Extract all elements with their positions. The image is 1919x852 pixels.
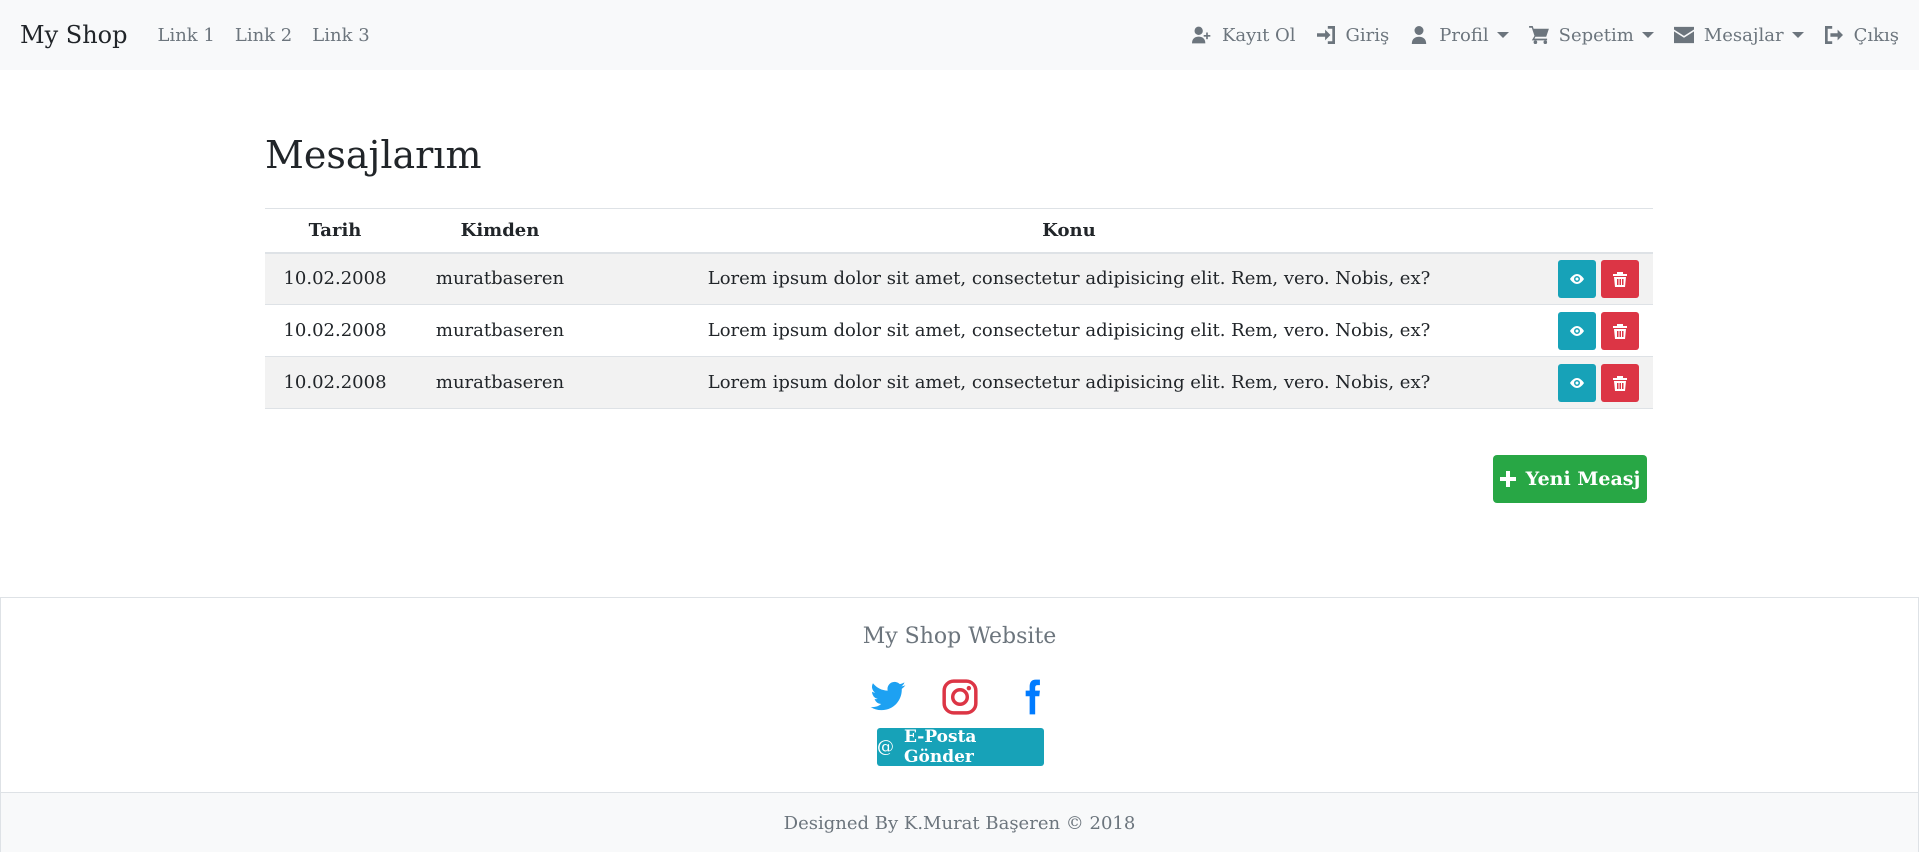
nav-register-label: Kayıt Ol bbox=[1221, 24, 1296, 46]
footer: My Shop Website @ E-Posta Gönder Designe… bbox=[0, 597, 1919, 852]
chevron-down-icon bbox=[1641, 32, 1654, 38]
navbar-left: My Shop Link 1 Link 2 Link 3 bbox=[20, 21, 390, 49]
envelope-icon bbox=[1673, 26, 1694, 44]
view-button[interactable] bbox=[1557, 259, 1596, 298]
header-from: Kimden bbox=[405, 208, 595, 254]
nav-register[interactable]: Kayıt Ol bbox=[1191, 24, 1296, 46]
at-icon: @ bbox=[877, 737, 894, 757]
chevron-down-icon bbox=[1496, 32, 1509, 38]
row-actions bbox=[1543, 252, 1653, 305]
row-actions bbox=[1543, 356, 1653, 409]
nav-profile[interactable]: Profil bbox=[1409, 24, 1509, 46]
sign-in-icon bbox=[1316, 26, 1335, 44]
trash-icon bbox=[1612, 323, 1627, 339]
table-row: 10.02.2008 muratbaseren Lorem ipsum dolo… bbox=[265, 252, 1653, 305]
page-title: Mesajlarım bbox=[265, 133, 482, 177]
trash-icon bbox=[1612, 271, 1627, 287]
trash-icon bbox=[1612, 375, 1627, 391]
row-subject: Lorem ipsum dolor sit amet, consectetur … bbox=[595, 304, 1543, 357]
messages-table: Tarih Kimden Konu 10.02.2008 muratbasere… bbox=[265, 208, 1653, 409]
main-content: Mesajlarım Tarih Kimden Konu 10.02.2008 … bbox=[265, 70, 1653, 409]
sign-out-icon bbox=[1824, 26, 1843, 44]
nav-login[interactable]: Giriş bbox=[1316, 24, 1390, 46]
nav-login-label: Giriş bbox=[1345, 24, 1390, 46]
header-date: Tarih bbox=[265, 208, 405, 254]
social-links bbox=[1, 678, 1918, 716]
table-row: 10.02.2008 muratbaseren Lorem ipsum dolo… bbox=[265, 304, 1653, 357]
navbar: My Shop Link 1 Link 2 Link 3 Kayıt Ol Gi… bbox=[0, 0, 1919, 70]
brand-logo[interactable]: My Shop bbox=[20, 21, 127, 49]
eye-icon bbox=[1569, 273, 1584, 284]
nav-logout-label: Çıkış bbox=[1853, 24, 1899, 46]
nav-cart[interactable]: Sepetim bbox=[1528, 24, 1654, 46]
footer-copyright-bar: Designed By K.Murat Başeren © 2018 bbox=[1, 792, 1918, 852]
email-send-label: E-Posta Gönder bbox=[904, 727, 977, 767]
nav-link-3[interactable]: Link 3 bbox=[312, 25, 369, 46]
chevron-down-icon bbox=[1791, 32, 1804, 38]
row-date: 10.02.2008 bbox=[265, 252, 405, 305]
nav-link-2[interactable]: Link 2 bbox=[235, 25, 292, 46]
delete-button[interactable] bbox=[1600, 363, 1639, 402]
new-message-button[interactable]: Yeni Measj bbox=[1493, 455, 1647, 503]
row-from: muratbaseren bbox=[405, 356, 595, 409]
table-header-row: Tarih Kimden Konu bbox=[265, 208, 1653, 254]
delete-button[interactable] bbox=[1600, 311, 1639, 350]
row-subject: Lorem ipsum dolor sit amet, consectetur … bbox=[595, 252, 1543, 305]
header-actions bbox=[1543, 208, 1653, 254]
row-from: muratbaseren bbox=[405, 252, 595, 305]
row-date: 10.02.2008 bbox=[265, 356, 405, 409]
nav-cart-label: Sepetim bbox=[1558, 24, 1634, 46]
row-date: 10.02.2008 bbox=[265, 304, 405, 357]
eye-icon bbox=[1569, 377, 1584, 388]
nav-link-1[interactable]: Link 1 bbox=[157, 25, 214, 46]
header-subject: Konu bbox=[595, 208, 1543, 254]
nav-profile-label: Profil bbox=[1439, 24, 1489, 46]
plus-icon bbox=[1499, 471, 1516, 487]
facebook-icon[interactable] bbox=[1013, 678, 1051, 716]
view-button[interactable] bbox=[1557, 363, 1596, 402]
row-subject: Lorem ipsum dolor sit amet, consectetur … bbox=[595, 356, 1543, 409]
eye-icon bbox=[1569, 325, 1584, 336]
row-from: muratbaseren bbox=[405, 304, 595, 357]
nav-messages-label: Mesajlar bbox=[1703, 24, 1784, 46]
user-plus-icon bbox=[1191, 26, 1211, 44]
twitter-icon[interactable] bbox=[869, 678, 907, 716]
nav-logout[interactable]: Çıkış bbox=[1824, 25, 1899, 46]
email-send-button[interactable]: @ E-Posta Gönder bbox=[877, 727, 1044, 767]
table-row: 10.02.2008 muratbaseren Lorem ipsum dolo… bbox=[265, 356, 1653, 409]
new-message-label: Yeni Measj bbox=[1525, 468, 1641, 490]
instagram-icon[interactable] bbox=[941, 678, 979, 716]
row-actions bbox=[1543, 304, 1653, 357]
view-button[interactable] bbox=[1557, 311, 1596, 350]
navbar-right: Kayıt Ol Giriş Profil Sepetim Mesajlar Ç… bbox=[1172, 25, 1899, 46]
user-icon bbox=[1412, 26, 1427, 44]
footer-title: My Shop Website bbox=[862, 624, 1057, 649]
cart-icon bbox=[1528, 26, 1549, 44]
delete-button[interactable] bbox=[1600, 259, 1639, 298]
nav-messages[interactable]: Mesajlar bbox=[1673, 24, 1804, 46]
copyright-text: Designed By K.Murat Başeren © 2018 bbox=[783, 812, 1136, 834]
